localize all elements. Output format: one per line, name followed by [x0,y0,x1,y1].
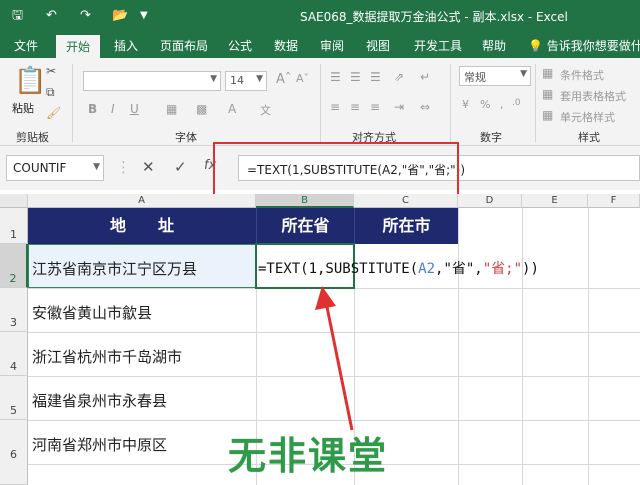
watermark-logo: 无非课堂 [228,434,389,478]
annotation-arrow [315,286,354,431]
